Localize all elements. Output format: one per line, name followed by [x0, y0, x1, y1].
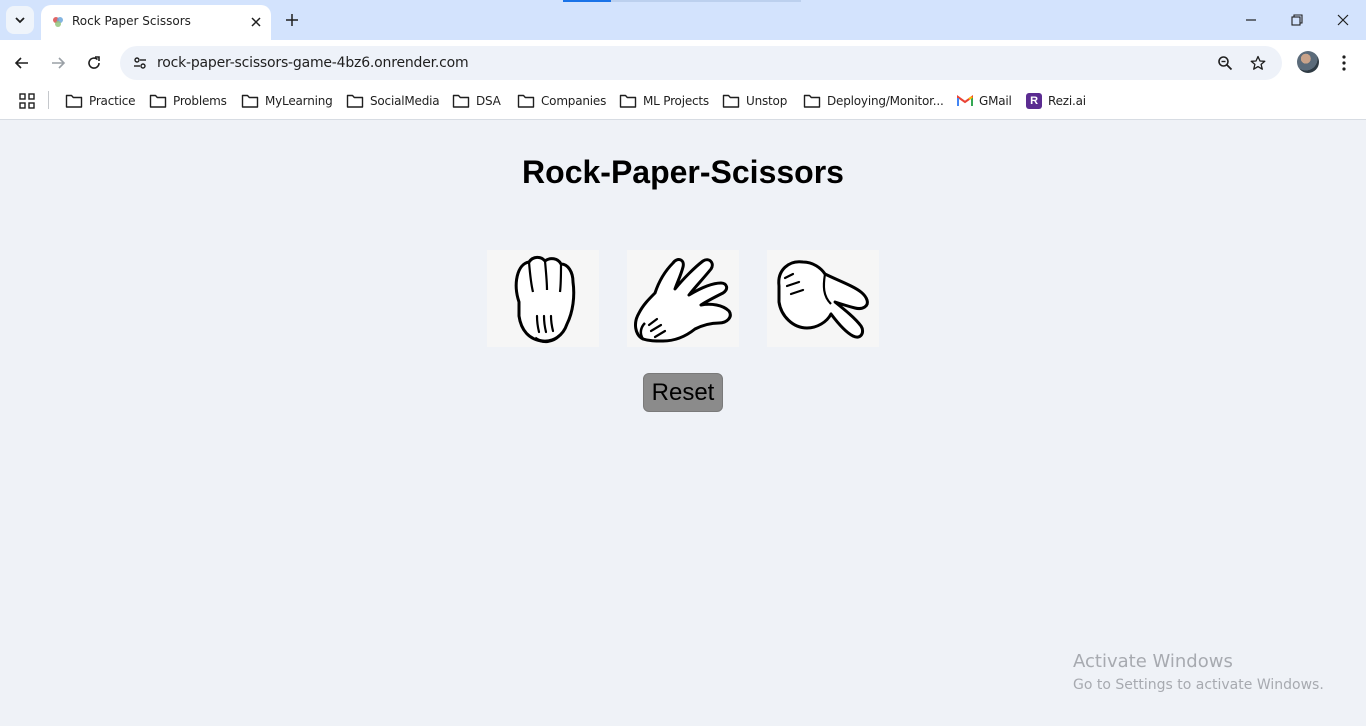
- folder-icon: [619, 94, 637, 108]
- bookmark-unstop[interactable]: Unstop: [722, 90, 787, 112]
- rezi-icon: R: [1026, 93, 1042, 109]
- plus-icon: [286, 14, 298, 26]
- bookmark-label: Deploying/Monitor...: [827, 94, 944, 108]
- bookmark-label: GMail: [979, 94, 1012, 108]
- reload-button[interactable]: [80, 49, 108, 77]
- rock-button[interactable]: [487, 250, 599, 347]
- loading-indicator: [563, 0, 611, 2]
- bookmark-socialmedia[interactable]: SocialMedia: [346, 90, 440, 112]
- zoom-button[interactable]: [1213, 51, 1237, 75]
- windows-activation-watermark: Activate Windows Go to Settings to activ…: [1073, 651, 1324, 693]
- star-icon: [1250, 55, 1266, 70]
- choice-buttons: [487, 250, 879, 347]
- bookmark-gmail[interactable]: GMail: [957, 90, 1012, 112]
- bookmark-label: Unstop: [746, 94, 788, 108]
- arrow-left-icon: [14, 57, 28, 69]
- watermark-subtitle: Go to Settings to activate Windows.: [1073, 677, 1324, 693]
- bookmark-problems[interactable]: Problems: [149, 90, 227, 112]
- bookmark-deploying[interactable]: Deploying/Monitor...: [803, 90, 944, 112]
- address-bar[interactable]: rock-paper-scissors-game-4bz6.onrender.c…: [120, 46, 1282, 80]
- site-info-button[interactable]: [128, 51, 152, 75]
- bookmark-dsa[interactable]: DSA: [452, 90, 501, 112]
- rock-hand-icon: [514, 255, 576, 343]
- tab-search-button[interactable]: [6, 6, 34, 34]
- bookmark-companies[interactable]: Companies: [517, 90, 606, 112]
- bookmark-label: ML Projects: [643, 94, 709, 108]
- browser-menu-button[interactable]: [1332, 49, 1356, 77]
- reload-icon: [88, 56, 100, 69]
- loading-track: [611, 0, 801, 2]
- chevron-down-icon: [15, 17, 25, 24]
- active-tab[interactable]: Rock Paper Scissors: [41, 5, 271, 40]
- minimize-icon: [1246, 19, 1256, 21]
- folder-icon: [65, 94, 83, 108]
- folder-icon: [241, 94, 259, 108]
- paper-hand-icon: [634, 257, 732, 342]
- bookmark-label: Practice: [89, 94, 136, 108]
- bookmark-label: SocialMedia: [370, 94, 440, 108]
- new-tab-button[interactable]: [281, 9, 303, 31]
- scissors-button[interactable]: [767, 250, 879, 347]
- zoom-out-icon: [1218, 56, 1233, 71]
- bookmarks-separator: [48, 91, 49, 109]
- more-vert-icon: [1342, 55, 1346, 71]
- bookmark-label: DSA: [476, 94, 501, 108]
- bookmarks-bar: Practice Problems MyLearning SocialMedia…: [0, 86, 1366, 120]
- page-title: Rock-Paper-Scissors: [522, 154, 844, 190]
- bookmark-star-button[interactable]: [1246, 51, 1270, 75]
- restore-button[interactable]: [1283, 6, 1311, 34]
- bookmark-label: Companies: [541, 94, 607, 108]
- minimize-button[interactable]: [1237, 6, 1265, 34]
- url-text[interactable]: rock-paper-scissors-game-4bz6.onrender.c…: [157, 55, 469, 71]
- close-icon: [1337, 14, 1349, 26]
- browser-toolbar: rock-paper-scissors-game-4bz6.onrender.c…: [0, 40, 1366, 86]
- close-window-button[interactable]: [1329, 6, 1357, 34]
- bookmark-label: Problems: [173, 94, 227, 108]
- bookmark-practice[interactable]: Practice: [65, 90, 136, 112]
- gmail-icon: [957, 95, 973, 106]
- arrow-right-icon: [52, 57, 66, 69]
- folder-icon: [722, 94, 740, 108]
- scissors-hand-icon: [777, 259, 869, 338]
- back-button[interactable]: [8, 49, 36, 77]
- reset-button[interactable]: Reset: [643, 373, 723, 412]
- bookmark-label: MyLearning: [265, 94, 333, 108]
- bookmark-mylearning[interactable]: MyLearning: [241, 90, 333, 112]
- folder-icon: [346, 94, 364, 108]
- bookmark-label: Rezi.ai: [1048, 94, 1086, 108]
- close-icon: [251, 17, 261, 27]
- paper-button[interactable]: [627, 250, 739, 347]
- tune-icon: [134, 57, 146, 69]
- folder-icon: [149, 94, 167, 108]
- tab-strip: Rock Paper Scissors: [0, 0, 1366, 40]
- apps-grid-icon[interactable]: [17, 91, 37, 111]
- restore-icon: [1291, 14, 1303, 26]
- tab-close-button[interactable]: [247, 13, 265, 31]
- folder-icon: [452, 94, 470, 108]
- tab-title: Rock Paper Scissors: [72, 14, 191, 28]
- tab-favicon-icon: [53, 17, 63, 27]
- bookmark-ml-projects[interactable]: ML Projects: [619, 90, 709, 112]
- forward-button[interactable]: [44, 49, 72, 77]
- bookmark-rezi[interactable]: R Rezi.ai: [1026, 90, 1086, 112]
- profile-avatar[interactable]: [1297, 51, 1319, 73]
- folder-icon: [803, 94, 821, 108]
- folder-icon: [517, 94, 535, 108]
- watermark-title: Activate Windows: [1073, 651, 1233, 672]
